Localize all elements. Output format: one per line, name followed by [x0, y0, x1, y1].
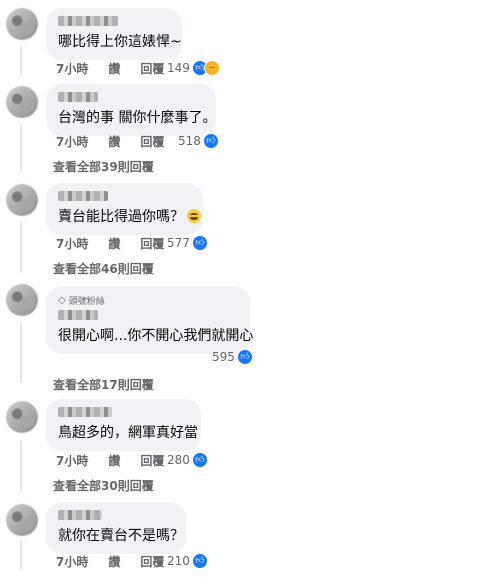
- thumbs-up-icon: 👍︎: [191, 235, 208, 251]
- thread-line: [20, 221, 22, 273]
- commenter-name[interactable]: [58, 92, 98, 102]
- like-button[interactable]: 讚: [108, 133, 120, 150]
- comment-bubble: ◇ 頭號粉絲 很開心啊...你不開心我們就開心: [46, 286, 254, 354]
- reaction-count: 595: [212, 350, 235, 364]
- comment-text: 哪比得上你這婊悍~: [58, 34, 182, 50]
- comment-text: 賣台能比得過你嗎？: [58, 208, 201, 226]
- comment-bubble: 就你在賣台不是嗎？: [46, 502, 186, 554]
- commenter-name[interactable]: [58, 407, 112, 417]
- like-button[interactable]: 讚: [108, 452, 120, 469]
- comment-bubble: 台灣的事 關你什麼事了。: [46, 84, 216, 136]
- thread-line: [20, 440, 22, 492]
- thumbs-up-icon: 👍︎: [202, 133, 219, 149]
- thread-line: [20, 323, 22, 383]
- comment-actions: 7小時 讚 回覆: [56, 133, 184, 150]
- view-all-replies-link[interactable]: 查看全部39則回覆: [53, 158, 154, 175]
- avatar[interactable]: [6, 8, 38, 40]
- view-all-replies-link[interactable]: 查看全部17則回覆: [53, 376, 154, 393]
- reaction-count: 518: [178, 134, 201, 148]
- reaction-summary[interactable]: 280 👍︎: [167, 452, 208, 468]
- commenter-name[interactable]: [58, 191, 108, 201]
- avatar[interactable]: [6, 504, 38, 536]
- thread-line: [20, 46, 22, 76]
- view-all-replies-link[interactable]: 查看全部30則回覆: [53, 477, 154, 494]
- reaction-count: 210: [167, 554, 190, 568]
- grinning-emoji-icon: [187, 209, 201, 223]
- comment-text: 鳥超多的，網軍真好當: [58, 425, 198, 441]
- comment-time[interactable]: 7小時: [56, 235, 88, 252]
- comment-actions: 7小時 讚 回覆: [56, 235, 184, 252]
- commenter-name[interactable]: [58, 510, 102, 520]
- comment-text: 台灣的事 關你什麼事了。: [58, 110, 217, 126]
- thread-line: [20, 540, 22, 570]
- comment-time[interactable]: 7小時: [56, 553, 88, 570]
- commenter-name[interactable]: [58, 16, 118, 26]
- thumbs-up-icon: 👍︎: [191, 452, 208, 468]
- avatar[interactable]: [6, 284, 38, 316]
- reply-button[interactable]: 回覆: [140, 452, 164, 469]
- commenter-name[interactable]: [58, 310, 98, 320]
- reaction-summary[interactable]: 577 👍︎: [167, 235, 208, 251]
- reaction-summary[interactable]: 149 👍︎ ⌣: [167, 60, 220, 76]
- reply-button[interactable]: 回覆: [140, 235, 164, 252]
- reaction-count: 149: [167, 61, 190, 75]
- avatar[interactable]: [6, 86, 38, 118]
- comment-time[interactable]: 7小時: [56, 60, 88, 77]
- comment-bubble: 賣台能比得過你嗎？: [46, 183, 203, 235]
- comment-text: 很開心啊...你不開心我們就開心: [58, 328, 254, 344]
- top-fan-badge: ◇ 頭號粉絲: [58, 294, 238, 307]
- reply-button[interactable]: 回覆: [140, 133, 164, 150]
- like-button[interactable]: 讚: [108, 235, 120, 252]
- thumbs-up-icon: 👍︎: [236, 349, 253, 365]
- avatar[interactable]: [6, 401, 38, 433]
- thread-line: [20, 124, 22, 172]
- like-button[interactable]: 讚: [108, 60, 120, 77]
- comment-actions: 7小時 讚 回覆: [56, 452, 184, 469]
- comment-time[interactable]: 7小時: [56, 133, 88, 150]
- reply-button[interactable]: 回覆: [140, 60, 164, 77]
- reply-button[interactable]: 回覆: [140, 553, 164, 570]
- like-button[interactable]: 讚: [108, 553, 120, 570]
- comment-bubble: 哪比得上你這婊悍~: [46, 8, 182, 60]
- comment-bubble: 鳥超多的，網軍真好當: [46, 399, 201, 451]
- thumbs-up-icon: 👍︎: [191, 553, 208, 569]
- reaction-summary[interactable]: 595 👍︎: [212, 349, 253, 365]
- reaction-count: 280: [167, 453, 190, 467]
- comment-text: 就你在賣台不是嗎？: [58, 528, 184, 544]
- comment-time[interactable]: 7小時: [56, 452, 88, 469]
- top-fan-label: 頭號粉絲: [68, 296, 105, 307]
- haha-icon: ⌣: [203, 60, 220, 76]
- reaction-summary[interactable]: 210 👍︎: [167, 553, 208, 569]
- comment-actions: 7小時 讚 回覆: [56, 60, 184, 77]
- avatar[interactable]: [6, 184, 38, 216]
- reaction-count: 577: [167, 236, 190, 250]
- view-all-replies-link[interactable]: 查看全部46則回覆: [53, 260, 154, 277]
- reaction-summary[interactable]: 518 👍︎: [178, 133, 219, 149]
- diamond-icon: ◇: [58, 294, 66, 306]
- comment-actions: 7小時 讚 回覆: [56, 553, 184, 570]
